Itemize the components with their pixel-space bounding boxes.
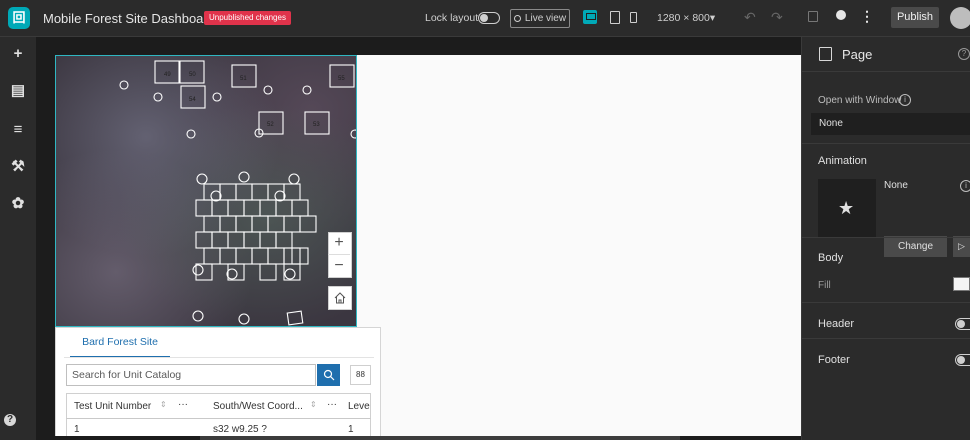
divider [801,338,970,339]
column-header-south-west[interactable]: South/West Coord... [213,401,303,412]
unpublished-badge: Unpublished changes [204,11,291,25]
map-widget[interactable]: 49 50 51 55 54 52 53 [55,55,357,327]
info-icon[interactable]: i [960,180,970,192]
cell-level: 1 [348,424,354,435]
live-view-label: Live view [524,13,567,24]
zoom-out-button[interactable]: − [328,254,350,277]
page-icon [819,47,832,61]
change-animation-button[interactable]: Change [884,236,947,257]
map-circle-marker[interactable] [263,85,273,95]
grid-view-icon[interactable]: 88 [350,365,371,385]
tools-icon[interactable]: ⚒ [9,157,27,175]
marker-label: 52 [267,122,274,128]
app-logo-icon[interactable]: 回 [8,7,30,29]
scrollbar-thumb[interactable] [200,436,680,440]
marker-label: 55 [338,76,345,82]
redo-icon[interactable]: ↷ [771,9,783,26]
sort-icon[interactable]: ⇕ [310,400,317,409]
app-title: Mobile Forest Site Dashboard [43,11,215,26]
panel-title: Page [842,47,873,62]
live-view-icon [513,14,521,22]
data-icon[interactable]: ≡ [9,121,27,138]
fill-label: Fill [818,280,831,291]
header-label: Header [818,318,855,330]
star-icon: ★ [838,198,855,218]
search-button[interactable] [317,364,340,386]
help-icon[interactable]: ? [4,414,16,426]
table-header: Test Unit Number ⇕ ··· South/West Coord.… [66,393,371,419]
resolution-dropdown[interactable]: 1280 × 800▾ [657,12,715,24]
preview-icon[interactable] [836,10,846,20]
map-circle-marker[interactable] [350,129,357,139]
sort-icon[interactable]: ⇕ [160,400,167,409]
tab-bard-forest-site[interactable]: Bard Forest Site [70,336,170,358]
save-icon[interactable] [808,11,818,22]
animation-label: Animation [818,155,867,167]
divider [801,143,970,144]
header-toggle[interactable] [955,318,970,330]
theme-icon[interactable]: ✿ [9,194,27,212]
cell-south-west: s32 w9.25 ? [213,424,267,435]
undo-icon[interactable]: ↶ [744,9,756,26]
search-input[interactable]: Search for Unit Catalog [66,364,316,386]
cell-test-unit: 1 [74,424,80,435]
add-icon[interactable]: + [9,45,27,62]
map-markers-layer: 49 50 51 55 54 52 53 [119,60,357,326]
column-header-test-unit[interactable]: Test Unit Number [74,401,151,412]
map-circle-marker[interactable] [186,129,196,139]
column-header-level[interactable]: Leve [348,401,370,412]
toggle-knob [957,356,965,364]
map-circle-marker[interactable] [119,80,129,90]
phone-device-icon[interactable] [630,12,637,23]
home-button[interactable] [328,286,352,310]
marker-label: 54 [189,97,196,103]
marker-label: 51 [240,76,247,82]
zoom-in-button[interactable]: + [328,232,350,254]
publish-button[interactable]: Publish [891,7,939,28]
lock-layout-toggle[interactable] [478,12,500,24]
page-icon[interactable]: ▤ [9,81,27,99]
fill-color-swatch[interactable] [953,277,970,291]
left-toolbar: + ▤ ≡ ⚒ ✿ [0,37,36,440]
map-circle-marker[interactable] [302,85,312,95]
map-circle-marker[interactable] [212,92,222,102]
marker-label: 53 [313,122,320,128]
toggle-knob [957,320,965,328]
body-label: Body [818,252,844,264]
user-avatar[interactable] [950,7,970,29]
column-menu-icon[interactable]: ··· [178,399,188,410]
tablet-device-icon[interactable] [610,11,620,24]
marker-label: 50 [189,72,196,78]
divider [801,71,970,72]
info-icon[interactable]: i [899,94,911,106]
tab-divider [64,357,374,358]
open-with-window-label: Open with Window [818,95,902,106]
footer-toggle[interactable] [955,354,970,366]
animation-value: None [884,180,908,191]
home-icon [334,292,346,304]
divider [801,237,970,238]
search-icon [323,369,334,381]
live-view-button[interactable]: Live view [510,9,570,28]
column-menu-icon[interactable]: ··· [327,399,337,410]
more-options-icon[interactable]: ⋮ [860,8,874,25]
divider [801,302,970,303]
map-circle-marker[interactable] [153,92,163,102]
toggle-knob [480,14,488,22]
marker-label: 49 [164,72,171,78]
desktop-device-icon[interactable] [583,10,597,24]
help-icon[interactable]: ? [958,48,970,60]
open-with-window-select[interactable]: None [811,113,970,135]
footer-label: Footer [818,354,850,366]
lock-layout-label: Lock layout [425,12,479,24]
play-icon[interactable]: ▷ [953,236,970,257]
